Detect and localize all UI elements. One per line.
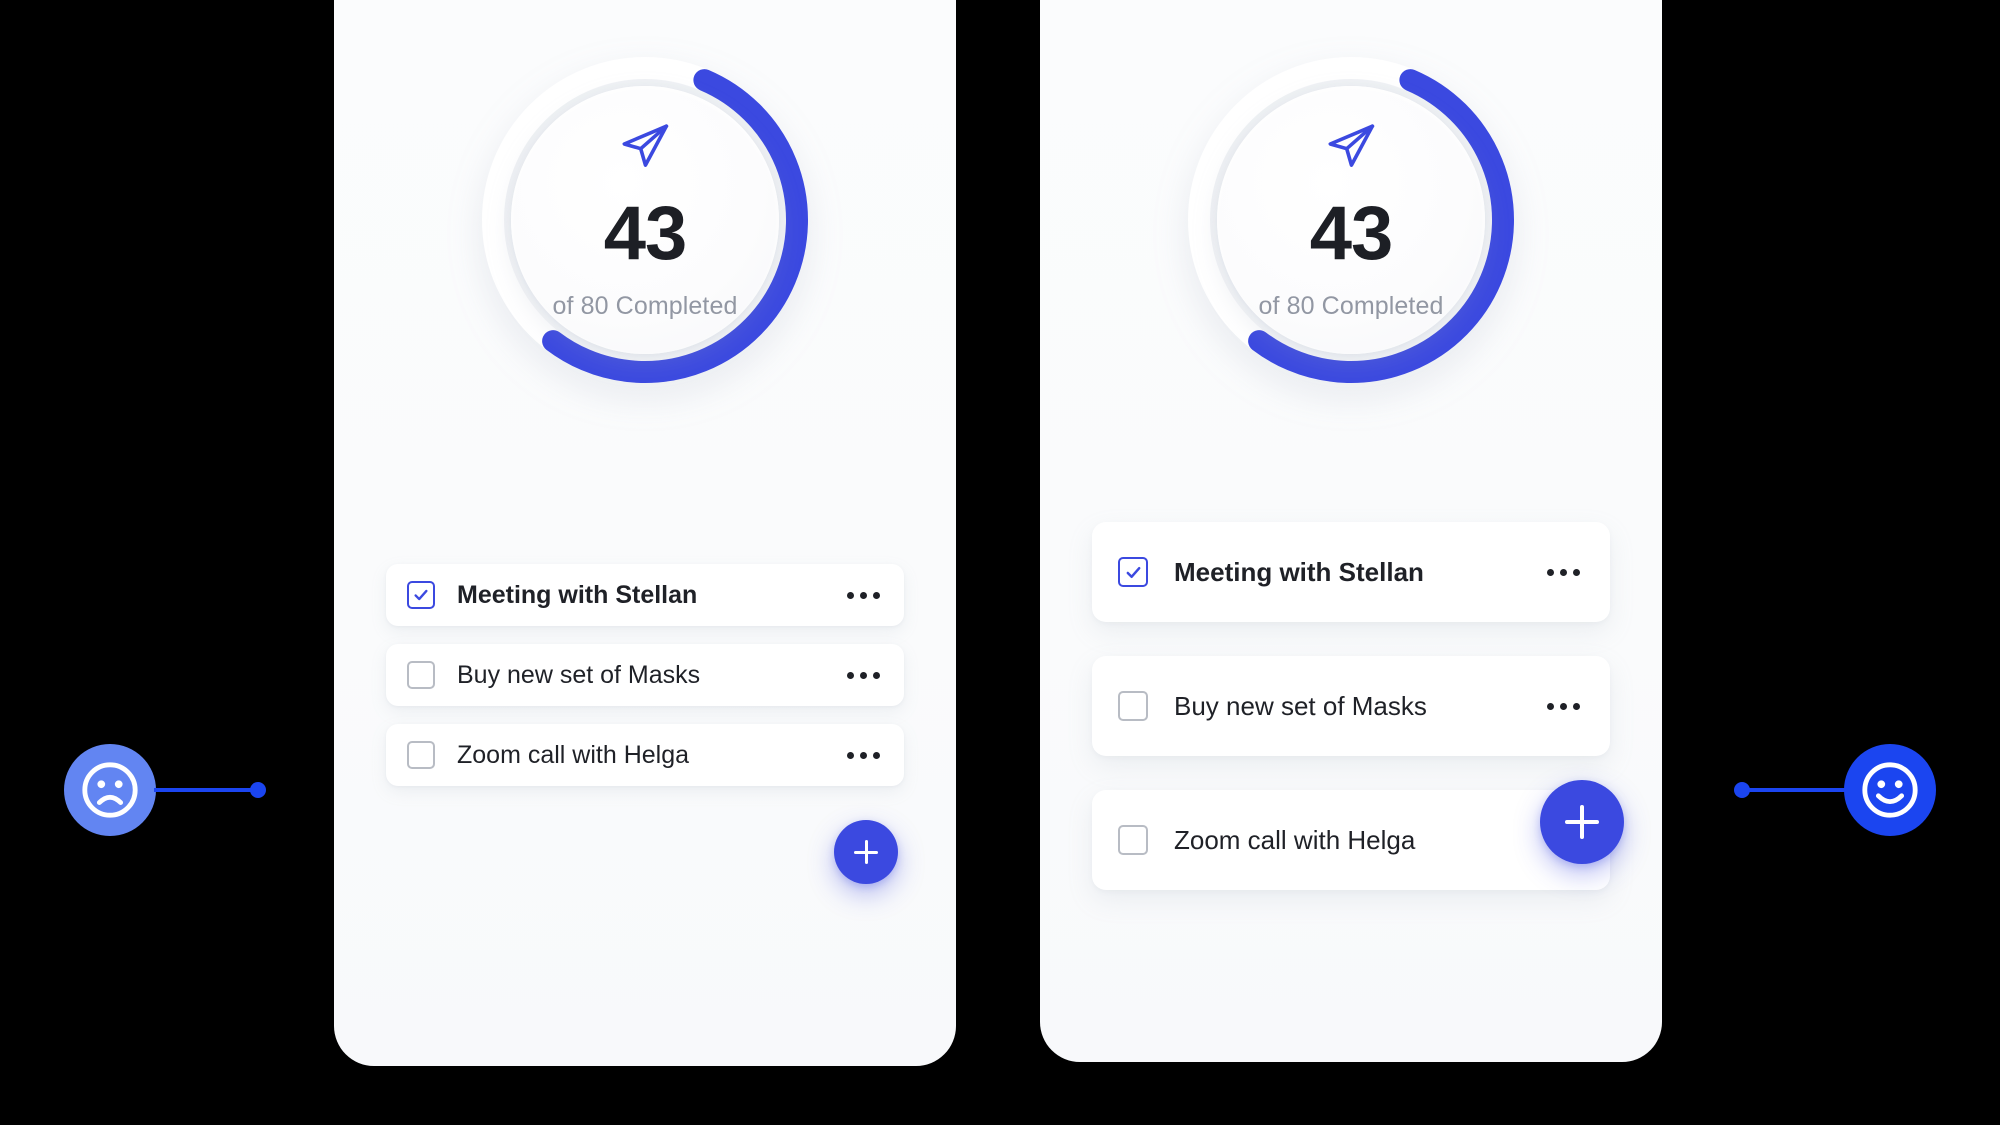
task-checkbox[interactable] <box>407 741 435 769</box>
task-card-compact: 43 of 80 Completed Meeting with Stellan … <box>334 0 956 1066</box>
task-row[interactable]: Buy new set of Masks <box>386 644 904 706</box>
plus-icon-vertical <box>1580 805 1584 839</box>
more-options-icon[interactable] <box>847 591 880 599</box>
progress-ring-spacious: 43 of 80 Completed <box>1171 40 1531 400</box>
marker-connector-line <box>1740 788 1846 792</box>
task-label: Meeting with Stellan <box>1174 556 1424 587</box>
add-task-fab[interactable] <box>834 820 898 884</box>
more-options-icon[interactable] <box>847 671 880 679</box>
task-checkbox-checked[interactable] <box>407 581 435 609</box>
add-task-fab[interactable] <box>1540 780 1624 864</box>
progress-ring-compact: 43 of 80 Completed <box>465 40 825 400</box>
task-row[interactable]: Meeting with Stellan <box>1092 522 1610 622</box>
task-checkbox[interactable] <box>1118 825 1148 855</box>
task-label: Buy new set of Masks <box>457 660 701 689</box>
task-row[interactable]: Zoom call with Helga <box>1092 790 1610 890</box>
task-label: Meeting with Stellan <box>457 580 698 609</box>
marker-connector-line <box>154 788 260 792</box>
task-label: Zoom call with Helga <box>1174 824 1416 855</box>
task-checkbox[interactable] <box>407 661 435 689</box>
task-list-compact: Meeting with Stellan Buy new set of Mask… <box>334 564 956 786</box>
ring-inner-disc <box>511 86 779 354</box>
happy-face-icon[interactable] <box>1844 744 1936 836</box>
task-checkbox-checked[interactable] <box>1118 557 1148 587</box>
comparison-canvas: 43 of 80 Completed Meeting with Stellan … <box>0 0 2000 1125</box>
marker-negative[interactable] <box>64 744 260 836</box>
task-label: Zoom call with Helga <box>457 740 690 769</box>
plus-icon-vertical <box>864 840 868 864</box>
task-row[interactable]: Buy new set of Masks <box>1092 656 1610 756</box>
task-row[interactable]: Zoom call with Helga <box>386 724 904 786</box>
sad-face-icon[interactable] <box>64 744 156 836</box>
task-label: Buy new set of Masks <box>1174 690 1427 721</box>
task-checkbox[interactable] <box>1118 691 1148 721</box>
marker-positive[interactable] <box>1740 744 1936 836</box>
more-options-icon[interactable] <box>1547 568 1580 576</box>
task-card-spacious: 43 of 80 Completed Meeting with Stellan … <box>1040 0 1662 1062</box>
ring-inner-disc <box>1217 86 1485 354</box>
task-row[interactable]: Meeting with Stellan <box>386 564 904 626</box>
more-options-icon[interactable] <box>847 751 880 759</box>
more-options-icon[interactable] <box>1547 702 1580 710</box>
